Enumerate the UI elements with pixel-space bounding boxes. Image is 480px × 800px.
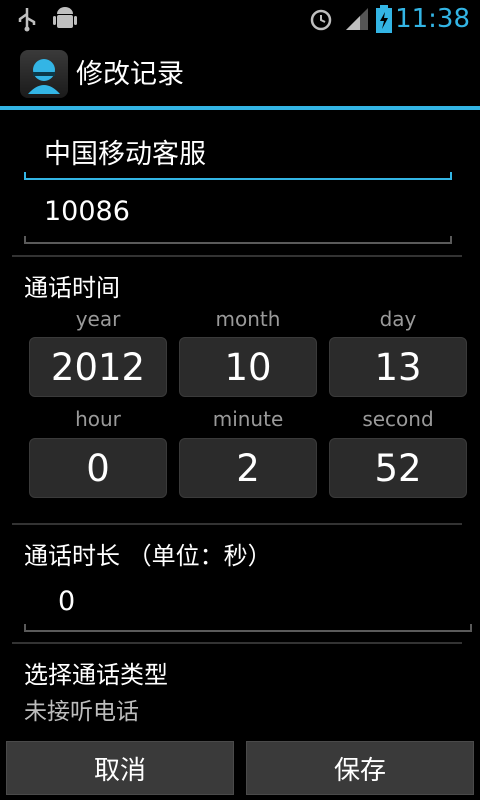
number-value: 10086: [44, 196, 130, 227]
duration-value: 0: [58, 586, 76, 617]
year-label: year: [75, 307, 121, 331]
month-label: month: [215, 307, 281, 331]
call-time-title: 通话时间: [24, 274, 120, 302]
status-bar: 11:38: [0, 0, 480, 38]
second-label: second: [362, 407, 434, 431]
duration-title: 通话时长 （单位：秒）: [24, 542, 272, 570]
save-button[interactable]: 保存: [246, 741, 474, 795]
contact-avatar-icon[interactable]: [20, 50, 68, 98]
divider: [12, 255, 462, 257]
number-field[interactable]: 10086: [24, 184, 452, 244]
page-title: 修改记录: [76, 59, 184, 90]
second-input[interactable]: 52: [329, 438, 467, 498]
year-input[interactable]: 2012: [29, 337, 167, 397]
number-underline: [24, 236, 452, 244]
name-field[interactable]: 中国移动客服: [24, 120, 452, 180]
hour-input[interactable]: 0: [29, 438, 167, 498]
name-underline: [24, 172, 452, 180]
minute-input[interactable]: 2: [179, 438, 317, 498]
duration-underline: [24, 624, 472, 632]
divider: [12, 523, 462, 525]
usb-icon: [18, 8, 36, 32]
android-debug-icon: [53, 7, 77, 28]
action-bar: 修改记录: [0, 38, 480, 110]
signal-icon: [346, 8, 368, 30]
hour-label: hour: [75, 407, 121, 431]
status-time: 11:38: [395, 4, 470, 34]
alarm-icon: [310, 9, 332, 31]
duration-field[interactable]: 0: [24, 572, 472, 632]
name-value: 中国移动客服: [44, 139, 206, 170]
day-label: day: [379, 307, 417, 331]
divider: [12, 642, 462, 644]
minute-label: minute: [212, 407, 284, 431]
day-input[interactable]: 13: [329, 337, 467, 397]
battery-charging-icon: [376, 5, 392, 33]
call-type-title[interactable]: 选择通话类型: [24, 655, 168, 690]
cancel-button[interactable]: 取消: [6, 741, 234, 795]
month-input[interactable]: 10: [179, 337, 317, 397]
call-type-selected[interactable]: 未接听电话: [24, 692, 139, 726]
